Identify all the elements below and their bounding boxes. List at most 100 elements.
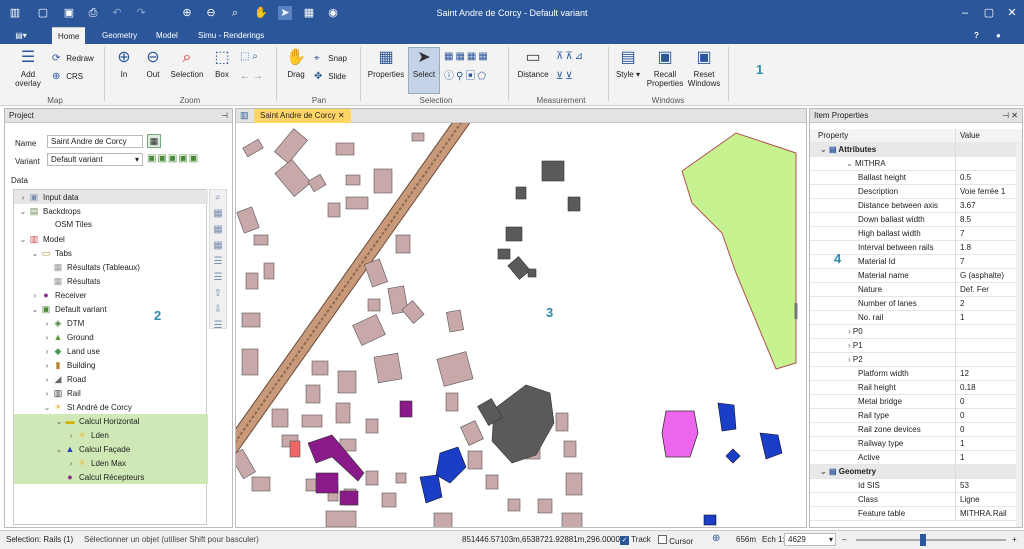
- property-row[interactable]: Rail zone devices 0: [810, 423, 1022, 437]
- chevron-down-icon[interactable]: ⌄: [54, 443, 64, 457]
- crs-button[interactable]: ⊕ CRS: [52, 72, 83, 82]
- zoom-out-small-icon[interactable]: –: [842, 535, 846, 544]
- style-button[interactable]: ▤ Style ▾: [614, 48, 642, 79]
- property-row[interactable]: Material name G (asphalte): [810, 269, 1022, 283]
- tree-item-tabs[interactable]: ⌄ ▭ Tabs: [14, 246, 208, 260]
- property-value[interactable]: Def. Fer: [958, 283, 1016, 297]
- tree-item-osm-tiles[interactable]: OSM Tiles: [14, 218, 208, 232]
- tree-item-building[interactable]: › ▮ Building: [14, 358, 208, 372]
- property-value[interactable]: 2: [958, 297, 1016, 311]
- property-value[interactable]: 1: [958, 311, 1016, 325]
- property-value[interactable]: G (asphalte): [958, 269, 1016, 283]
- zoom-out-button[interactable]: ⊖ Out: [141, 48, 165, 79]
- snap-button[interactable]: ⌖ Snap: [314, 54, 347, 64]
- map-document-tab[interactable]: Saint Andre de Corcy ✕: [254, 109, 351, 123]
- property-row[interactable]: High ballast width 7: [810, 227, 1022, 241]
- tree-item-rail[interactable]: › ▥ Rail: [14, 386, 208, 400]
- property-value[interactable]: [958, 465, 1016, 479]
- property-row[interactable]: Platform width 12: [810, 367, 1022, 381]
- selection-tools-icons[interactable]: ▦▦▦▦: [444, 52, 490, 62]
- property-value[interactable]: 8.5: [958, 213, 1016, 227]
- property-row[interactable]: Material Id 7: [810, 255, 1022, 269]
- property-value[interactable]: MITHRA.Rail: [958, 507, 1016, 521]
- layers-add-icon[interactable]: ☰: [210, 270, 226, 286]
- cursor-checkbox[interactable]: Cursor: [658, 535, 693, 546]
- property-row[interactable]: Distance between axis 3.67: [810, 199, 1022, 213]
- name-field[interactable]: Saint Andre de Corcy: [47, 135, 143, 148]
- grid-icon[interactable]: ▦: [210, 222, 226, 238]
- grid-icon[interactable]: ▦: [210, 238, 226, 254]
- property-row[interactable]: Nature Def. Fer: [810, 283, 1022, 297]
- property-value[interactable]: 3.67: [958, 199, 1016, 213]
- property-value[interactable]: [958, 339, 1016, 353]
- track-checkbox[interactable]: ✓ Track: [620, 535, 651, 545]
- close-button[interactable]: ✕: [1005, 6, 1019, 20]
- property-value[interactable]: 0: [958, 423, 1016, 437]
- tree-item-backdrops[interactable]: ⌄ ▤ Backdrops: [14, 204, 208, 218]
- zoom-selection-button[interactable]: ⌕ Selection: [168, 48, 206, 79]
- property-row[interactable]: Railway type 1: [810, 437, 1022, 451]
- property-value[interactable]: 0.5: [958, 171, 1016, 185]
- property-value[interactable]: [958, 157, 1016, 171]
- chevron-down-icon[interactable]: ⌄: [846, 159, 855, 168]
- property-value[interactable]: 1: [958, 451, 1016, 465]
- property-row[interactable]: ⌄ MITHRA: [810, 157, 1022, 171]
- tree-item-dtm[interactable]: › ◈ DTM: [14, 316, 208, 330]
- property-value[interactable]: [958, 325, 1016, 339]
- globe-icon[interactable]: ⊕: [712, 533, 720, 544]
- chevron-right-icon[interactable]: ›: [30, 289, 40, 303]
- property-value[interactable]: Ligne: [958, 493, 1016, 507]
- property-value[interactable]: 0.18: [958, 381, 1016, 395]
- variant-select[interactable]: Default variant ▾: [47, 153, 143, 166]
- measure-tools-bottom[interactable]: ⊻⊻: [556, 72, 575, 82]
- tree-item-resultats[interactable]: ▦ Résultats: [14, 274, 208, 288]
- tree-item-lden[interactable]: › ☀ Lden: [14, 428, 208, 442]
- property-row[interactable]: Down ballast width 8.5: [810, 213, 1022, 227]
- chevron-down-icon[interactable]: ⌄: [820, 467, 829, 476]
- chevron-right-icon[interactable]: ›: [42, 331, 52, 345]
- tree-item-ground[interactable]: › ▲ Ground: [14, 330, 208, 344]
- tree-item-default-variant[interactable]: ⌄ ▣ Default variant: [14, 302, 208, 316]
- minimize-button[interactable]: –: [958, 6, 972, 20]
- layer-settings-icon[interactable]: ☰: [210, 318, 226, 334]
- property-value[interactable]: 7: [958, 255, 1016, 269]
- chevron-down-icon[interactable]: ⌄: [820, 145, 829, 154]
- chevron-down-icon[interactable]: ⌄: [18, 233, 28, 247]
- property-row[interactable]: Rail height 0.18: [810, 381, 1022, 395]
- pin-icon[interactable]: ⊣: [221, 109, 228, 123]
- project-settings-icon[interactable]: ▦: [147, 134, 161, 148]
- property-value[interactable]: 1: [958, 437, 1016, 451]
- property-row[interactable]: Ballast height 0.5: [810, 171, 1022, 185]
- property-value[interactable]: 0: [958, 395, 1016, 409]
- property-row[interactable]: Description Voie ferrée 1: [810, 185, 1022, 199]
- property-row[interactable]: › P1: [810, 339, 1022, 353]
- file-menu-button[interactable]: ▤▾: [4, 27, 38, 44]
- chevron-down-icon[interactable]: ⌄: [30, 303, 40, 317]
- property-row[interactable]: ⌄ ▤ Attributes: [810, 143, 1022, 157]
- zoom-slider-thumb[interactable]: [920, 534, 926, 546]
- tree-item-calcul-facade[interactable]: ⌄ ▲ Calcul Façade: [14, 442, 208, 456]
- property-row[interactable]: Active 1: [810, 451, 1022, 465]
- tree-item-land-use[interactable]: › ◆ Land use: [14, 344, 208, 358]
- measure-tools-top[interactable]: ⊼⊼⊿: [556, 52, 585, 62]
- tree-item-road[interactable]: › ◢ Road: [14, 372, 208, 386]
- move-down-icon[interactable]: ⇩: [210, 302, 226, 318]
- property-value[interactable]: [958, 353, 1016, 367]
- properties-scrollbar[interactable]: [1016, 143, 1022, 527]
- variant-tools-icons[interactable]: ▣▣▣▣▣: [147, 153, 199, 164]
- property-value[interactable]: 1.8: [958, 241, 1016, 255]
- chevron-down-icon[interactable]: ⌄: [54, 415, 64, 429]
- grid-icon[interactable]: ▦: [210, 206, 226, 222]
- selection-info-icons[interactable]: ⓘ⚲▣⬠: [444, 72, 488, 82]
- property-row[interactable]: Feature table MITHRA.Rail: [810, 507, 1022, 521]
- tree-item-input-data[interactable]: › ▣ Input data: [14, 190, 208, 204]
- reset-windows-button[interactable]: ▣ Reset Windows: [686, 48, 722, 88]
- map-canvas[interactable]: [236, 123, 807, 528]
- chevron-right-icon[interactable]: ›: [66, 457, 76, 471]
- select-button[interactable]: ➤ Select: [408, 47, 440, 94]
- property-value[interactable]: 0: [958, 409, 1016, 423]
- zoom-box-button[interactable]: ⬚ Box: [210, 48, 234, 79]
- chevron-right-icon[interactable]: ›: [42, 373, 52, 387]
- chevron-right-icon[interactable]: ›: [42, 317, 52, 331]
- chevron-right-icon[interactable]: ›: [42, 387, 52, 401]
